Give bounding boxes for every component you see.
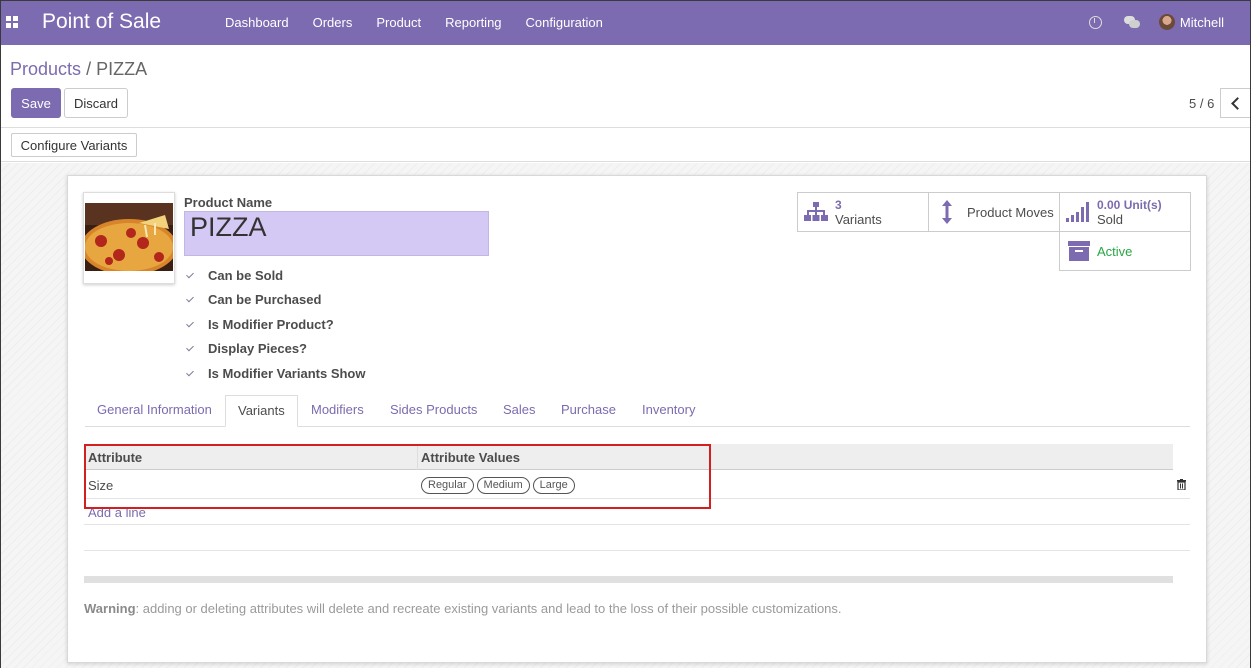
product-image[interactable] (83, 192, 175, 284)
table-footer (84, 576, 1173, 583)
breadcrumb-products-link[interactable]: Products (10, 59, 81, 79)
active-label: Active (1097, 243, 1133, 259)
menu-item-product[interactable]: Product (376, 15, 421, 30)
sitemap-icon (804, 202, 828, 221)
product-moves-smart-button[interactable]: Product Moves (928, 192, 1060, 232)
sold-value: 0.00 Unit(s) (1097, 197, 1162, 212)
active-toggle-button[interactable]: Active (1059, 231, 1191, 271)
breadcrumb-separator: / (86, 59, 92, 79)
product-moves-label: Product Moves (967, 204, 1054, 220)
product-name-label: Product Name (184, 195, 273, 210)
menu-item-configuration[interactable]: Configuration (526, 15, 603, 30)
discard-button[interactable]: Discard (64, 88, 128, 118)
signal-bars-icon (1066, 202, 1089, 222)
tab-sides-products[interactable]: Sides Products (378, 395, 489, 427)
annotation-highlight-box (84, 444, 711, 509)
menu-item-orders[interactable]: Orders (313, 15, 353, 30)
menu-item-dashboard[interactable]: Dashboard (225, 15, 289, 30)
product-name-field[interactable]: PIZZA (184, 211, 489, 256)
tab-variants[interactable]: Variants (225, 395, 298, 427)
chevron-left-icon[interactable] (1220, 88, 1250, 118)
tab-purchase[interactable]: Purchase (549, 395, 628, 427)
tab-modifiers[interactable]: Modifiers (299, 395, 376, 427)
checkbox-label: Display Pieces? (208, 341, 307, 357)
clock-icon[interactable] (1088, 15, 1102, 29)
display-pieces-checkbox[interactable] (184, 342, 197, 355)
menu-item-reporting[interactable]: Reporting (445, 15, 501, 30)
can-be-purchased-checkbox[interactable] (184, 293, 197, 306)
top-navbar: Point of Sale Dashboard Orders Product R… (1, 1, 1250, 45)
notebook-tabs: General Information Variants Modifiers S… (85, 395, 1190, 427)
variants-warning: Warning: adding or deleting attributes w… (84, 601, 842, 616)
variants-label: Variants (835, 211, 882, 227)
checkbox-label: Can be Sold (208, 267, 284, 283)
trash-icon[interactable] (1177, 479, 1186, 490)
checkbox-label: Is Modifier Product? (208, 316, 334, 332)
tab-inventory[interactable]: Inventory (630, 395, 707, 427)
app-title[interactable]: Point of Sale (42, 10, 161, 34)
checkbox-row: Is Modifier Product? (184, 312, 365, 337)
pizza-photo (85, 203, 173, 271)
apps-icon[interactable] (6, 16, 18, 28)
empty-row (84, 550, 1190, 551)
sold-label: Sold (1097, 211, 1124, 227)
arrows-vertical-icon (942, 200, 952, 224)
navbar-systray: Mitchell (1088, 14, 1224, 30)
warning-title: Warning (84, 601, 136, 616)
pager-value[interactable]: 5 / 6 (1189, 96, 1214, 111)
form-sheet: Product Name PIZZA Can be Sold Can be Pu… (67, 175, 1207, 663)
checkbox-label: Can be Purchased (208, 292, 322, 308)
save-button[interactable]: Save (11, 88, 61, 118)
breadcrumb: Products / PIZZA (10, 59, 147, 80)
tab-sales[interactable]: Sales (491, 395, 548, 427)
is-modifier-product-checkbox[interactable] (184, 318, 197, 331)
avatar[interactable] (1158, 14, 1175, 30)
chat-icon[interactable] (1123, 16, 1140, 28)
breadcrumb-current: PIZZA (96, 59, 148, 79)
warning-text: : adding or deleting attributes will del… (135, 601, 842, 616)
form-statusbar: Configure Variants (1, 128, 1250, 162)
configure-variants-button[interactable]: Configure Variants (11, 133, 137, 157)
checkbox-row: Can be Sold (184, 263, 365, 288)
checkbox-label: Is Modifier Variants Show (208, 365, 366, 381)
can-be-sold-checkbox[interactable] (184, 269, 197, 282)
checkbox-row: Display Pieces? (184, 337, 365, 362)
checkbox-row: Can be Purchased (184, 288, 365, 313)
tab-general-information[interactable]: General Information (85, 395, 224, 427)
variants-count: 3 (835, 197, 842, 212)
archive-icon (1068, 241, 1090, 261)
empty-row (84, 524, 1190, 525)
user-name[interactable]: Mitchell (1180, 15, 1224, 30)
main-menu: Dashboard Orders Product Reporting Confi… (225, 15, 627, 30)
variants-smart-button[interactable]: 3 Variants (797, 192, 929, 232)
checkbox-row: Is Modifier Variants Show (184, 361, 365, 386)
product-options: Can be Sold Can be Purchased Is Modifier… (184, 263, 365, 386)
sold-smart-button[interactable]: 0.00 Unit(s) Sold (1059, 192, 1191, 232)
is-modifier-variants-show-checkbox[interactable] (184, 367, 197, 380)
